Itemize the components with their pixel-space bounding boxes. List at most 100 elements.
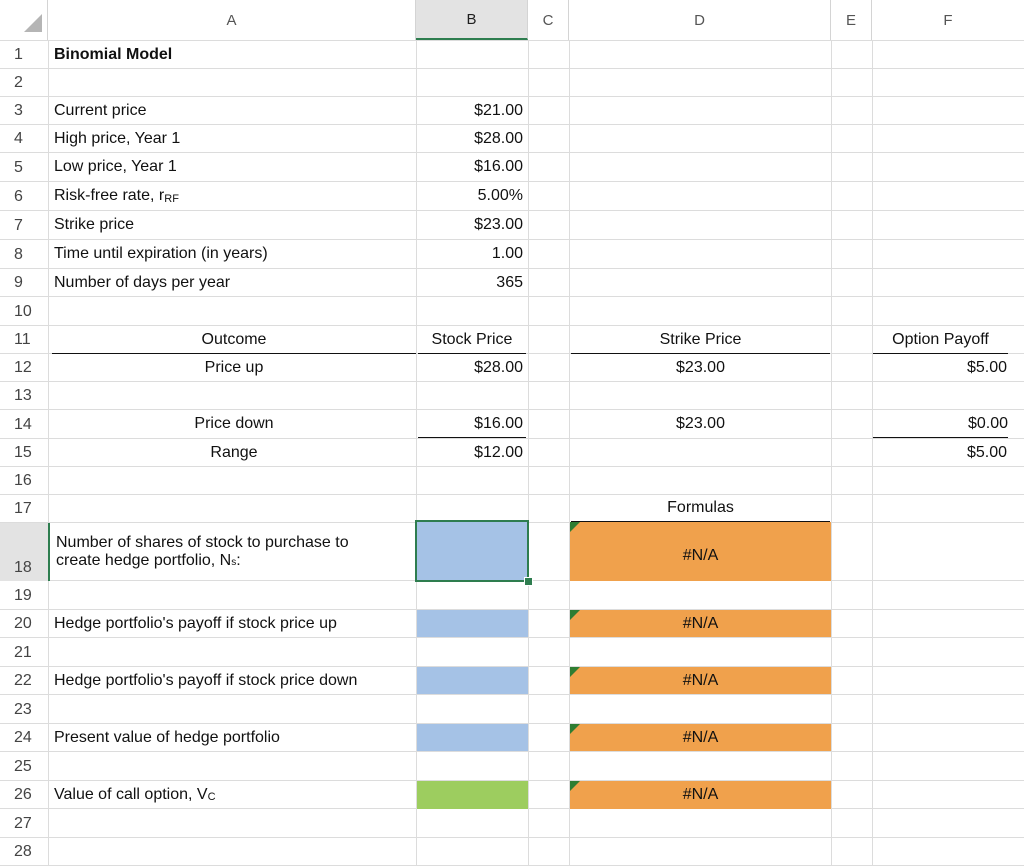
grid-column-line	[528, 40, 529, 866]
input-label-high-price[interactable]: High price, Year 1	[48, 125, 180, 153]
row-header[interactable]: 21	[0, 638, 48, 667]
call-value-label-text: Value of call option, V	[54, 786, 208, 803]
input-label-time-to-expiration[interactable]: Time until expiration (in years)	[48, 240, 268, 268]
input-value-strike-price[interactable]: $23.00	[416, 211, 528, 239]
row-header[interactable]: 14	[0, 410, 48, 439]
row-header[interactable]: 16	[0, 467, 48, 495]
row-header[interactable]: 12	[0, 354, 48, 382]
column-header-a[interactable]: A	[48, 0, 416, 40]
hedge-payoff-up-input[interactable]	[417, 610, 528, 637]
column-header-c[interactable]: C	[528, 0, 569, 40]
hedge-pv-label[interactable]: Present value of hedge portfolio	[48, 724, 280, 752]
row-header[interactable]: 11	[0, 326, 48, 354]
input-value-time-to-expiration[interactable]: 1.00	[416, 240, 528, 268]
row-header[interactable]: 24	[0, 724, 48, 752]
grid-column-line	[831, 40, 832, 866]
row-header[interactable]: 1	[0, 41, 48, 69]
active-cell-selection	[415, 520, 529, 582]
row-header[interactable]: 4	[0, 125, 48, 153]
input-value-high-price[interactable]: $28.00	[416, 125, 528, 153]
row-header[interactable]: 8	[0, 240, 48, 269]
spreadsheet[interactable]: A B C D E F 1 2 3 4 5 6 7 8 9 10 11 12 13 14 15 16 17 18 1…	[0, 0, 1024, 866]
call-value-formula[interactable]: #N/A	[570, 781, 831, 809]
row-header[interactable]: 15	[0, 439, 48, 467]
column-header-b[interactable]: B	[416, 0, 528, 40]
row-header[interactable]: 17	[0, 495, 48, 523]
strike-price-down[interactable]: $23.00	[571, 410, 830, 438]
sheet-title[interactable]: Binomial Model	[48, 41, 172, 69]
risk-free-label-text: Risk-free rate, r	[54, 187, 165, 204]
outcome-range[interactable]: Range	[52, 439, 416, 467]
hedge-shares-label[interactable]: Number of shares of stock to purchase to…	[48, 523, 416, 581]
hedge-payoff-up-formula[interactable]: #N/A	[570, 610, 831, 637]
row-header[interactable]: 6	[0, 182, 48, 211]
outcome-price-up[interactable]: Price up	[52, 354, 416, 382]
outcome-price-down[interactable]: Price down	[52, 410, 416, 438]
row-header[interactable]: 13	[0, 382, 48, 410]
input-value-risk-free-rate[interactable]: 5.00%	[416, 182, 528, 210]
error-indicator-icon	[570, 781, 580, 791]
hedge-payoff-down-label[interactable]: Hedge portfolio's payoff if stock price …	[48, 667, 357, 695]
option-payoff-up[interactable]: $5.00	[872, 354, 1012, 382]
row-header[interactable]: 26	[0, 781, 48, 809]
row-header[interactable]: 3	[0, 97, 48, 125]
row-header[interactable]: 10	[0, 297, 48, 326]
row-header[interactable]: 2	[0, 69, 48, 97]
row-header[interactable]: 20	[0, 610, 48, 638]
row-header[interactable]: 25	[0, 752, 48, 781]
error-indicator-icon	[570, 667, 580, 677]
select-all-corner[interactable]	[0, 0, 48, 40]
input-label-strike-price[interactable]: Strike price	[48, 211, 134, 239]
hedge-payoff-down-input[interactable]	[417, 667, 528, 694]
stock-price-down[interactable]: $16.00	[418, 410, 526, 438]
strike-price-up[interactable]: $23.00	[571, 354, 830, 382]
call-value-input[interactable]	[417, 781, 528, 809]
stock-price-range[interactable]: $12.00	[416, 439, 528, 467]
stock-price-up[interactable]: $28.00	[416, 354, 528, 382]
hedge-payoff-up-label[interactable]: Hedge portfolio's payoff if stock price …	[48, 610, 337, 638]
select-all-icon	[24, 14, 42, 32]
option-payoff-down[interactable]: $0.00	[873, 410, 1008, 438]
row-header[interactable]: 18	[0, 523, 48, 581]
hedge-shares-subscript: s	[231, 557, 237, 568]
input-label-days-per-year[interactable]: Number of days per year	[48, 269, 230, 297]
row-header[interactable]: 5	[0, 153, 48, 182]
hedge-shares-line2-text: create hedge portfolio, N	[56, 552, 232, 569]
hedge-payoff-down-formula[interactable]: #N/A	[570, 667, 831, 694]
column-header-f[interactable]: F	[872, 0, 1024, 40]
option-payoff-range[interactable]: $5.00	[872, 439, 1012, 467]
grid-row-line	[0, 837, 1024, 838]
row-header[interactable]: 22	[0, 667, 48, 695]
call-value-label[interactable]: Value of call option, VC	[48, 781, 216, 809]
risk-free-subscript: RF	[164, 193, 179, 205]
hedge-pv-formula[interactable]: #N/A	[570, 724, 831, 751]
formulas-header[interactable]: Formulas	[571, 495, 830, 522]
header-option-payoff[interactable]: Option Payoff	[873, 326, 1008, 354]
column-header-e[interactable]: E	[831, 0, 872, 40]
call-value-subscript: C	[207, 791, 216, 803]
hedge-shares-colon: :	[236, 552, 241, 569]
error-indicator-icon	[570, 522, 580, 532]
header-stock-price[interactable]: Stock Price	[418, 326, 526, 354]
grid-row-line	[0, 494, 1024, 495]
header-outcome[interactable]: Outcome	[52, 326, 416, 354]
fill-handle[interactable]	[524, 577, 533, 586]
hedge-shares-line2: create hedge portfolio, Ns:	[56, 552, 241, 570]
row-header[interactable]: 28	[0, 838, 48, 866]
row-header[interactable]: 7	[0, 211, 48, 240]
input-value-low-price[interactable]: $16.00	[416, 153, 528, 181]
row-header[interactable]: 23	[0, 695, 48, 724]
input-label-risk-free-rate[interactable]: Risk-free rate, r RF	[48, 182, 179, 210]
hedge-shares-formula[interactable]: #N/A	[570, 522, 831, 581]
row-header[interactable]: 27	[0, 809, 48, 838]
input-label-low-price[interactable]: Low price, Year 1	[48, 153, 177, 181]
row-header[interactable]: 9	[0, 269, 48, 297]
header-strike-price[interactable]: Strike Price	[571, 326, 830, 354]
input-label-current-price[interactable]: Current price	[48, 97, 146, 125]
hedge-pv-input[interactable]	[417, 724, 528, 751]
input-value-days-per-year[interactable]: 365	[416, 269, 528, 297]
error-indicator-icon	[570, 610, 580, 620]
column-header-d[interactable]: D	[569, 0, 831, 40]
row-header[interactable]: 19	[0, 581, 48, 610]
input-value-current-price[interactable]: $21.00	[416, 97, 528, 125]
